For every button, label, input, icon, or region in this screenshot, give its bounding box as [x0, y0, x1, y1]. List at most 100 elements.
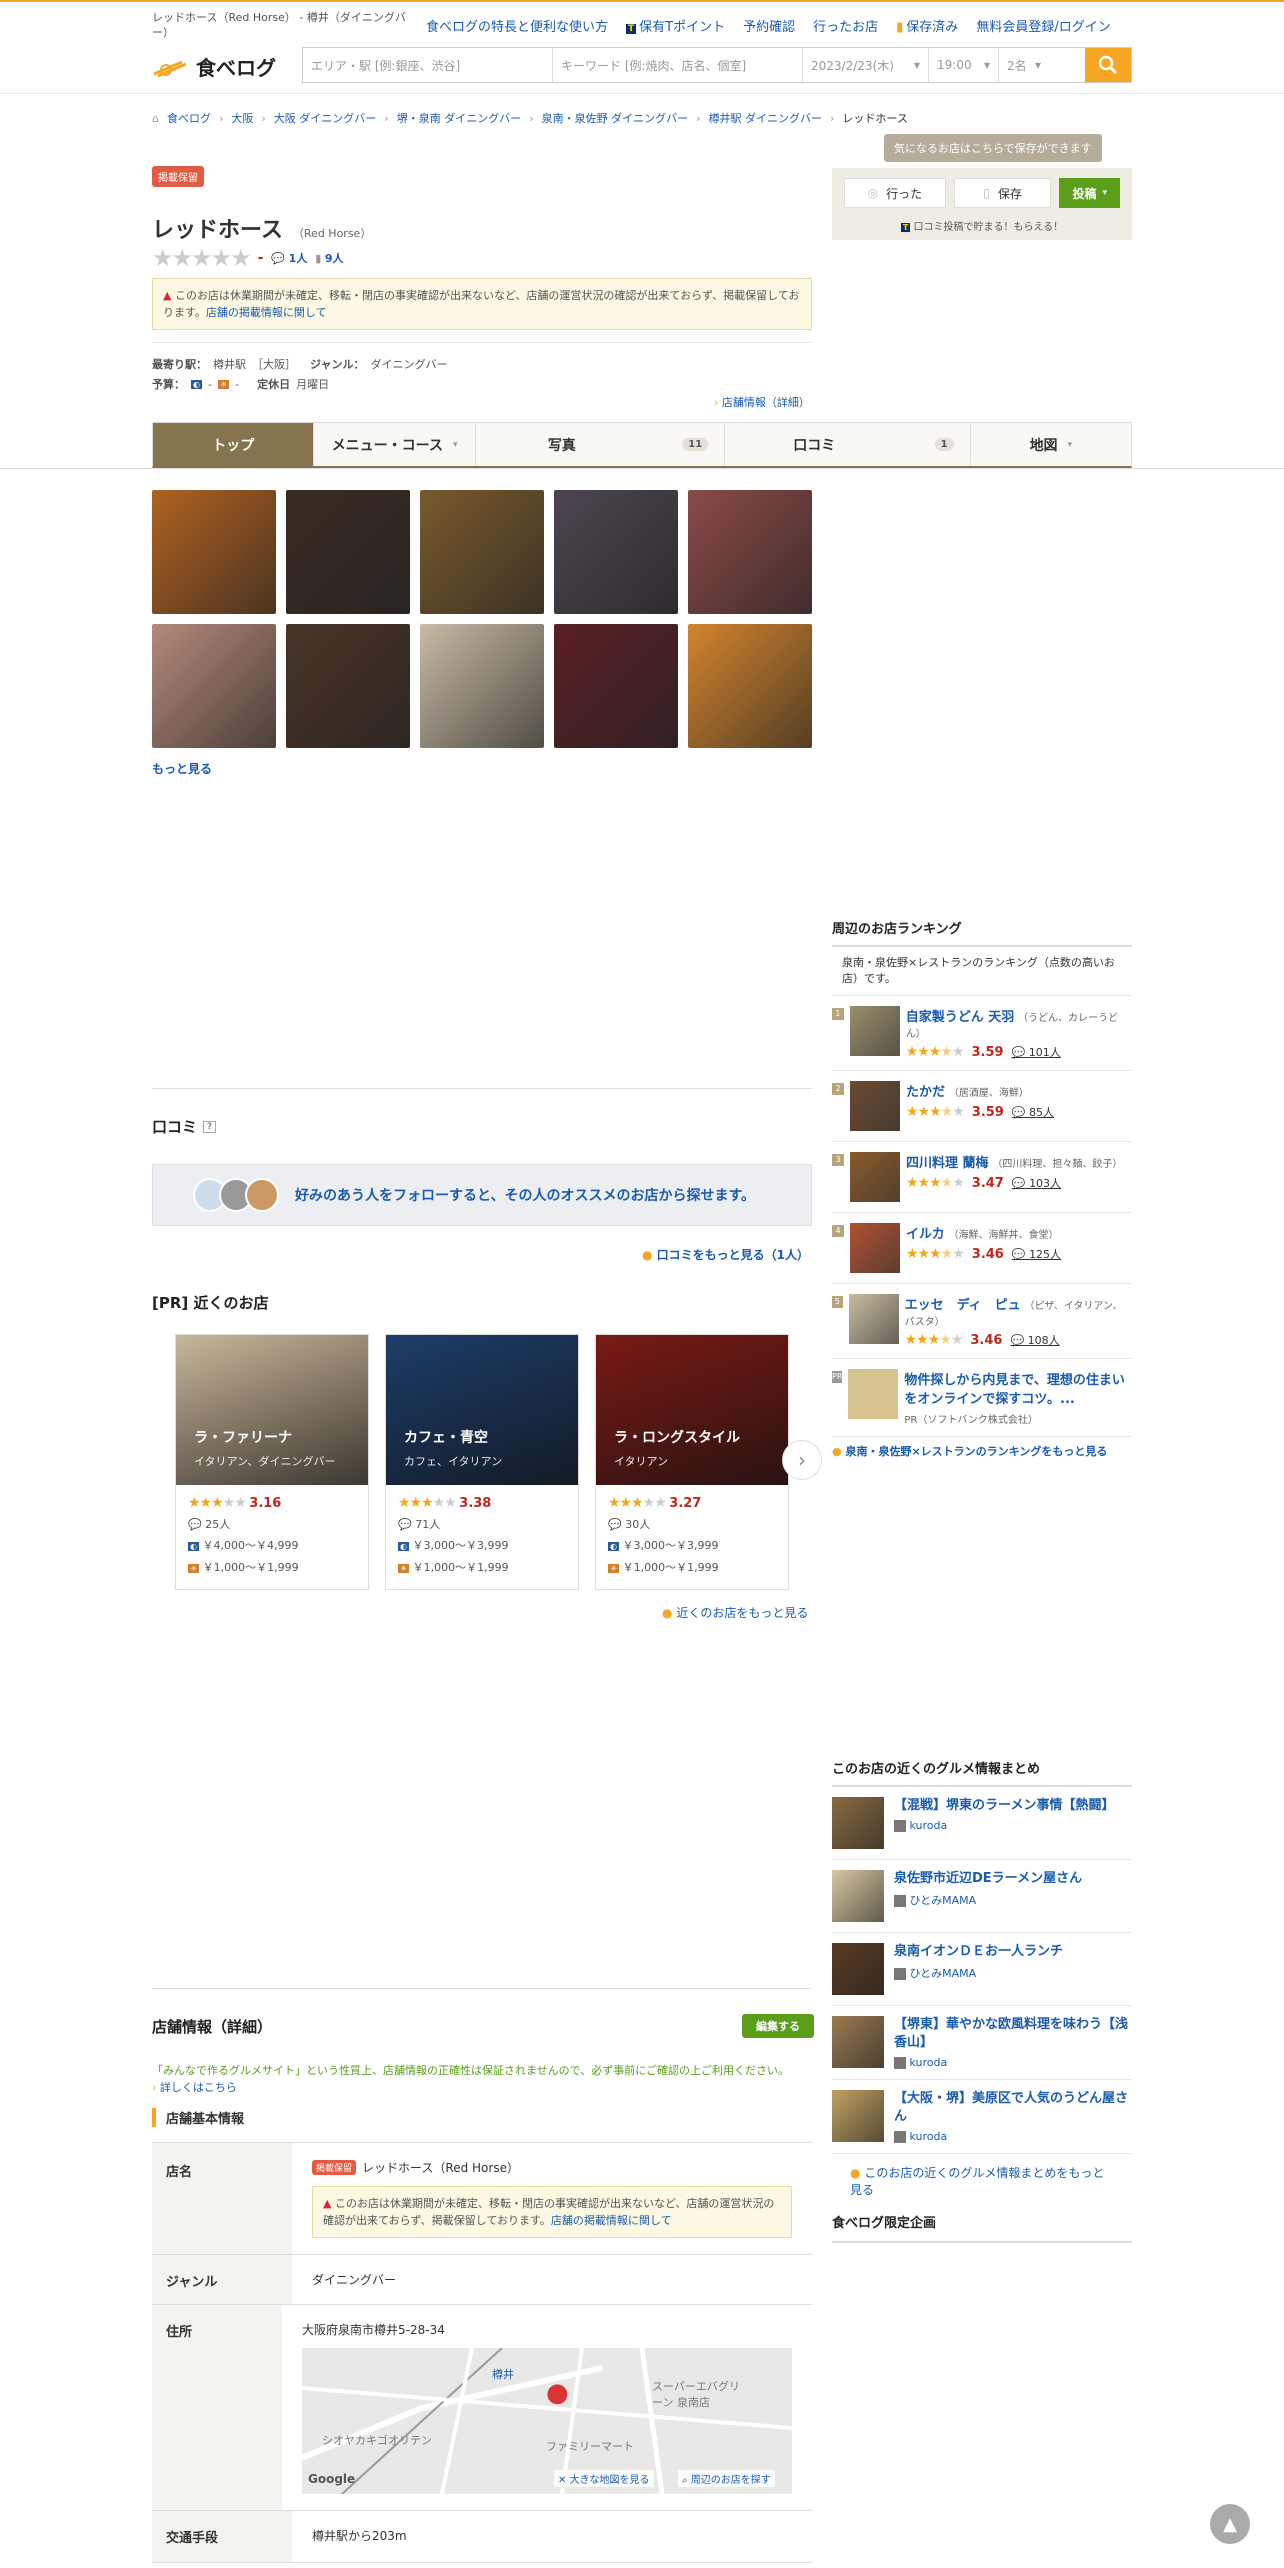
time-select[interactable]: 19:00 ▾	[929, 48, 999, 82]
big-map-link[interactable]: ✕ 大きな地図を見る	[554, 2470, 654, 2487]
tab-count: 1	[934, 438, 954, 451]
carousel-next-button[interactable]: ›	[782, 1440, 822, 1480]
gourmet-item[interactable]: 【堺東】華やかな欧風料理を味わう【浅香山】 kuroda	[832, 2006, 1132, 2080]
breadcrumb-item[interactable]: 食べログ	[167, 110, 211, 126]
station[interactable]: 樽井駅	[213, 356, 246, 372]
ranking-item[interactable]: 2 たかだ （居酒屋、海鮮） ★★★★★ 3.59 💬 85人	[832, 1071, 1132, 1142]
gourmet-item[interactable]: 【混戦】堺東のラーメン事情【熱闘】 kuroda	[832, 1787, 1132, 1860]
gourmet-thumbnail	[832, 1870, 884, 1922]
warning-link[interactable]: 店舗の掲載情報に関して	[551, 2214, 672, 2227]
card-lunch: ￥1,000～￥1,999	[202, 1561, 299, 1574]
warning-icon: ▲	[163, 289, 172, 302]
arrow-icon: ›	[714, 396, 719, 409]
gourmet-item[interactable]: 【大阪・堺】美原区で人気のうどん屋さん kuroda	[832, 2080, 1132, 2154]
ranking-item[interactable]: 5 エッセ ディ ピュ （ピザ、イタリアン、パスタ） ★★★★★ 3.46 💬 10…	[832, 1284, 1132, 1359]
rating-row: ★★★★★ - 💬 1人 ▮ 9人	[152, 244, 343, 272]
chevron-down-icon: ▾	[1067, 439, 1073, 450]
gourmet-user[interactable]: kuroda	[910, 2130, 948, 2143]
photo-thumbnail[interactable]	[420, 624, 544, 748]
info-row-access: 交通手段 樽井駅から203m	[152, 2511, 812, 2563]
rank-reviews[interactable]: 💬 103人	[1012, 1175, 1061, 1191]
follow-banner[interactable]: 好みのあう人をフォローすると、その人のオススメのお店から探せます。	[152, 1164, 812, 1226]
rank-number: 3	[832, 1154, 844, 1166]
link-visited[interactable]: 行ったお店	[813, 16, 878, 35]
keyword-search-input[interactable]: キーワード [例:焼肉、店名、個室]	[553, 48, 803, 82]
rating-stars: ★★★★★	[152, 244, 252, 272]
help-icon[interactable]: ?	[203, 1120, 217, 1133]
review-count-value: 1人	[288, 252, 308, 265]
area-search-input[interactable]: エリア・駅 [例:銀座、渋谷]	[303, 48, 553, 82]
gourmet-user[interactable]: ひとみMAMA	[910, 1967, 977, 1980]
page-top-button[interactable]: ▲	[1210, 2504, 1250, 2544]
review-count[interactable]: 💬 1人	[271, 250, 307, 266]
ranking-item[interactable]: 3 四川料理 蘭梅 （四川料理、担々麺、餃子） ★★★★★ 3.47 💬 103人	[832, 1142, 1132, 1213]
rank-reviews[interactable]: 💬 85人	[1012, 1104, 1054, 1120]
tabelog-logo[interactable]: 食べログ	[152, 52, 276, 81]
card-genre: イタリアン、ダイニングバー	[194, 1455, 336, 1468]
photo-thumbnail[interactable]	[554, 490, 678, 614]
tab-menu[interactable]: メニュー・コース ▾	[314, 423, 476, 466]
photo-thumbnail[interactable]	[286, 624, 410, 748]
gourmet-user[interactable]: kuroda	[910, 1819, 948, 1832]
breadcrumb-item[interactable]: 泉南・泉佐野 ダイニングバー	[542, 110, 689, 126]
date-select[interactable]: 2023/2/23(木) ▾	[803, 48, 929, 82]
rank-number: 4	[832, 1225, 844, 1237]
link-features[interactable]: 食べログの特長と便利な使い方	[426, 16, 608, 35]
rank-reviews[interactable]: 💬 108人	[1010, 1332, 1059, 1348]
notice-link[interactable]: 詳しくはこちら	[160, 2081, 237, 2094]
photo-thumbnail[interactable]	[688, 624, 812, 748]
breadcrumb-item[interactable]: 堺・泉南 ダイニングバー	[397, 110, 522, 126]
ranking-item[interactable]: 1 自家製うどん 天羽 （うどん、カレーうどん） ★★★★★ 3.59 💬 101人	[832, 996, 1132, 1071]
warning-link[interactable]: 店舗の掲載情報に関して	[206, 306, 327, 319]
gourmet-item[interactable]: 泉南イオンＤＥお一人ランチ ひとみMAMA	[832, 1933, 1132, 2006]
ranking-pr-item[interactable]: PR 物件探しから内見まで、理想の住まいをオンラインで探すコツ。... PR（ソフ…	[832, 1359, 1132, 1437]
tab-reviews[interactable]: 口コミ 1	[725, 423, 971, 466]
rank-score: 3.46	[970, 1332, 1003, 1348]
rank-reviews[interactable]: 💬 125人	[1012, 1246, 1061, 1262]
people-select[interactable]: 2名 ▾	[999, 48, 1049, 82]
rank-thumbnail	[850, 1152, 900, 1202]
nearby-more-link[interactable]: ● 近くのお店をもっと見る	[662, 1604, 808, 1621]
rank-reviews[interactable]: 💬 101人	[1012, 1044, 1061, 1060]
edit-button[interactable]: 編集する	[742, 2014, 814, 2038]
search-button[interactable]	[1085, 48, 1131, 82]
rank-thumbnail	[848, 1294, 899, 1344]
user-icon	[894, 2057, 906, 2069]
tab-map[interactable]: 地図 ▾	[971, 423, 1131, 466]
ranking-item[interactable]: 4 イルカ （海鮮、海鮮丼、食堂） ★★★★★ 3.46 💬 125人	[832, 1213, 1132, 1284]
photo-thumbnail[interactable]	[420, 490, 544, 614]
save-button[interactable]: ▯ 保存	[953, 178, 1052, 208]
search-bar: エリア・駅 [例:銀座、渋谷] キーワード [例:焼肉、店名、個室] 2023/…	[302, 47, 1132, 83]
map[interactable]: 樽井 ● スーパーエバグリーン 泉南店 ファミリーマート シオヤカキゴオリテン …	[302, 2348, 792, 2494]
tab-top[interactable]: トップ	[153, 423, 315, 466]
gourmet-more-link[interactable]: ● このお店の近くのグルメ情報まとめをもっと見る	[832, 2154, 1132, 2208]
breadcrumb-item[interactable]: 大阪	[231, 110, 253, 126]
nearby-card[interactable]: ラ・ファリーナ イタリアン、ダイニングバー ★★★★★ 3.16 💬 25人 ◐…	[175, 1334, 369, 1590]
post-button[interactable]: 投稿 ▾	[1059, 178, 1120, 208]
gourmet-user[interactable]: ひとみMAMA	[910, 1894, 977, 1907]
went-button[interactable]: ◎ 行った	[844, 178, 946, 208]
nearby-search-link[interactable]: ⌕ 周辺のお店を探す	[678, 2470, 775, 2487]
breadcrumb-item[interactable]: 樽井駅 ダイニングバー	[709, 110, 823, 126]
gourmet-user[interactable]: kuroda	[910, 2056, 948, 2069]
nearby-card[interactable]: ラ・ロングスタイル イタリアン ★★★★★ 3.27 💬 30人 ◐ ￥3,00…	[595, 1334, 789, 1590]
save-tooltip: 気になるお店はこちらで保存ができます	[884, 134, 1102, 162]
link-reservation[interactable]: 予約確認	[743, 16, 795, 35]
photo-thumbnail[interactable]	[554, 624, 678, 748]
breadcrumb-item[interactable]: 大阪 ダイニングバー	[274, 110, 377, 126]
nearby-card[interactable]: カフェ・青空 カフェ、イタリアン ★★★★★ 3.38 💬 71人 ◐ ￥3,0…	[385, 1334, 579, 1590]
gourmet-item[interactable]: 泉佐野市近辺DEラーメン屋さん ひとみMAMA	[832, 1860, 1132, 1933]
photo-thumbnail[interactable]	[688, 490, 812, 614]
photo-thumbnail[interactable]	[152, 624, 276, 748]
link-tpoint[interactable]: T 保有Tポイント	[626, 16, 725, 35]
reviews-more-link[interactable]: ● 口コミをもっと見る（1人）	[642, 1246, 809, 1263]
gourmet-panel: このお店の近くのグルメ情報まとめ 【混戦】堺東のラーメン事情【熱闘】 kurod…	[832, 1758, 1132, 2243]
photos-more-link[interactable]: もっと見る	[152, 760, 212, 777]
store-info-link[interactable]: › 店舗情報（詳細）	[714, 394, 810, 410]
link-saved[interactable]: ▮ 保存済み	[896, 16, 958, 35]
tab-photos[interactable]: 写真 11	[476, 423, 726, 466]
link-login[interactable]: 無料会員登録/ログイン	[976, 16, 1110, 35]
photo-thumbnail[interactable]	[286, 490, 410, 614]
photo-thumbnail[interactable]	[152, 490, 276, 614]
ranking-more-link[interactable]: ● 泉南・泉佐野×レストランのランキングをもっと見る	[832, 1437, 1132, 1465]
